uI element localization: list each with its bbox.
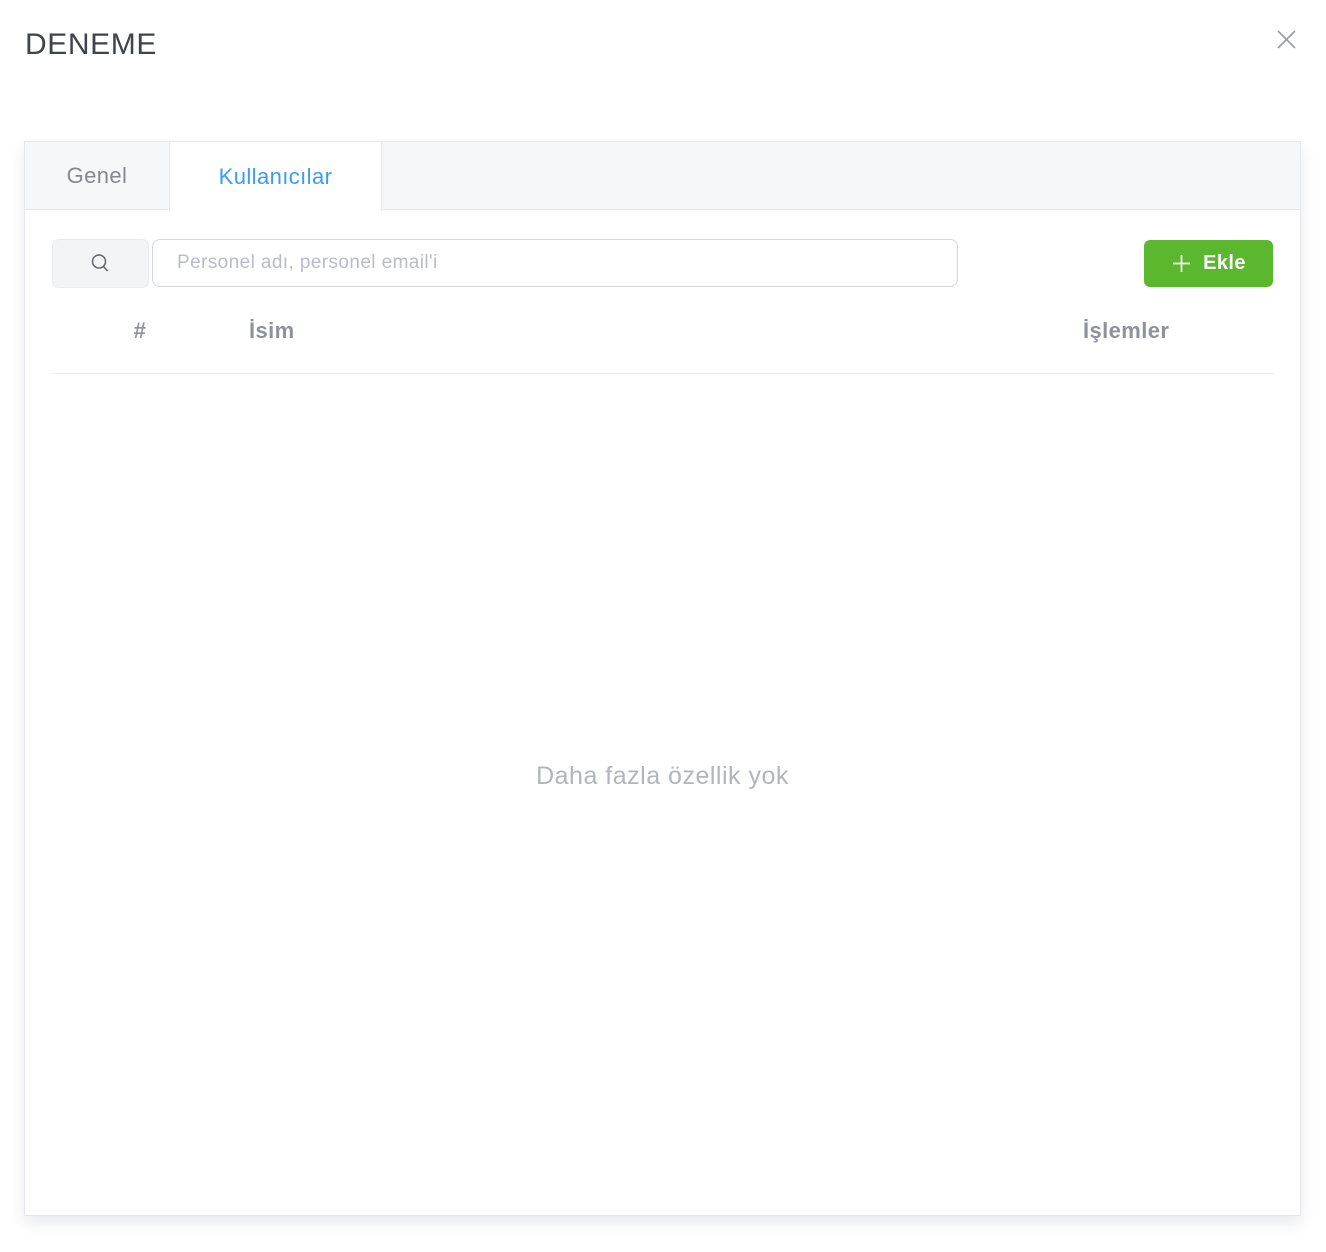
table-header-number: # <box>51 318 229 344</box>
search-input[interactable] <box>152 239 958 287</box>
search-button[interactable] <box>52 239 149 288</box>
close-button[interactable] <box>1273 26 1299 52</box>
empty-state-text: Daha fazla özellik yok <box>25 762 1300 791</box>
page-title: DENEME <box>25 28 157 62</box>
search-icon <box>89 252 112 275</box>
tab-kullanicilar[interactable]: Kullanıcılar <box>169 142 382 211</box>
modal-panel: Genel Kullanıcılar Ekle <box>24 141 1301 1216</box>
table-header-row: # İsim İşlemler <box>51 288 1274 374</box>
search-toolbar: Ekle <box>52 239 1273 288</box>
tab-bar: Genel Kullanıcılar <box>25 142 1300 210</box>
close-icon <box>1275 28 1298 51</box>
tab-kullanicilar-label: Kullanıcılar <box>219 164 333 190</box>
add-button[interactable]: Ekle <box>1144 240 1273 287</box>
table-header-name: İsim <box>229 318 1083 344</box>
plus-icon <box>1171 253 1192 274</box>
tab-genel[interactable]: Genel <box>25 142 169 210</box>
table-header-actions: İşlemler <box>1083 318 1274 344</box>
add-button-label: Ekle <box>1203 252 1246 275</box>
tab-genel-label: Genel <box>67 163 128 189</box>
